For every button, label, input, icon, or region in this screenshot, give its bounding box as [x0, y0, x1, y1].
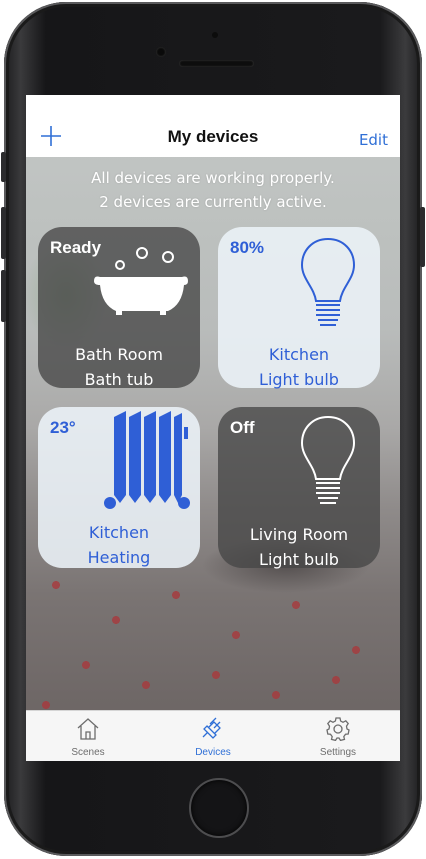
device-name: Heating — [87, 548, 151, 567]
device-status: 23° — [50, 418, 76, 437]
device-room: Kitchen — [88, 523, 150, 542]
power-button — [420, 207, 425, 267]
device-tile-kitchen-light-bulb[interactable]: 80% Kitchen Light bulb — [218, 227, 380, 389]
house-icon — [77, 718, 99, 740]
home-button[interactable] — [189, 778, 249, 838]
volume-down-button — [1, 270, 6, 322]
device-status: Off — [230, 418, 255, 437]
mute-switch — [1, 152, 6, 182]
device-name: Light bulb — [259, 370, 339, 389]
radiator-icon — [104, 411, 190, 509]
lightbulb-icon — [300, 237, 356, 326]
device-tile-living-room-light-bulb[interactable]: Off Living Room Light bulb — [218, 407, 380, 569]
tab-label: Devices — [195, 747, 231, 758]
gear-icon — [326, 717, 350, 741]
edit-button[interactable]: Edit — [359, 131, 388, 149]
status-message-line-1: All devices are working properly. — [91, 169, 335, 187]
device-name: Light bulb — [259, 550, 339, 569]
volume-up-button — [1, 207, 6, 259]
device-room: Kitchen — [268, 345, 330, 364]
device-room: Living Room — [249, 525, 349, 544]
background-floor — [26, 565, 400, 715]
device-tile-kitchen-heating[interactable]: 23° Kitchen Heating — [38, 407, 200, 568]
status-message-line-2: 2 devices are currently active. — [99, 193, 327, 211]
tab-label: Settings — [319, 747, 357, 758]
tab-bar: Scenes Devices Settings — [26, 710, 400, 761]
tab-devices[interactable]: Devices — [151, 711, 275, 761]
page-title: My devices — [167, 127, 259, 146]
device-status: 80% — [230, 238, 265, 257]
proximity-sensor — [212, 32, 218, 38]
navigation-bar: My devices Edit — [26, 95, 400, 157]
earpiece-speaker — [179, 60, 254, 67]
plug-icon — [202, 717, 221, 739]
device-name: Bath tub — [84, 370, 154, 389]
front-camera — [156, 47, 166, 57]
tab-scenes[interactable]: Scenes — [26, 711, 150, 761]
app-screen: My devices Edit All devices are working … — [26, 95, 400, 761]
tab-settings[interactable]: Settings — [276, 711, 400, 761]
device-room: Bath Room — [75, 345, 163, 364]
device-tile-bath-tub[interactable]: Ready Bath Room Bath tub — [38, 227, 200, 389]
tab-label: Scenes — [71, 747, 105, 758]
bathtub-icon — [94, 247, 188, 315]
lightbulb-icon — [300, 415, 356, 504]
